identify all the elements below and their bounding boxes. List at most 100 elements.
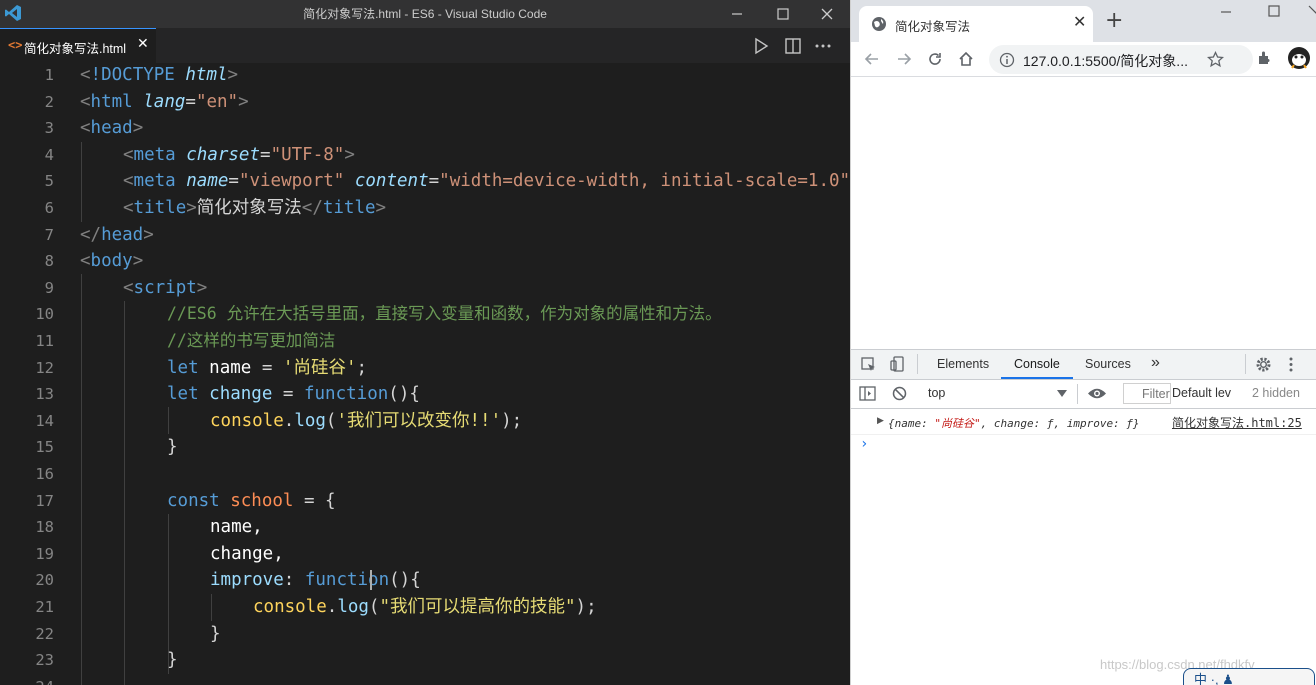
console-log-row[interactable]: ▶ {name: "尚硅谷", change: ƒ, improve: ƒ} 简… (851, 409, 1316, 435)
split-editor-icon[interactable] (783, 36, 803, 56)
eye-icon[interactable] (1087, 387, 1107, 400)
close-icon (821, 8, 833, 20)
line-number: 22 (35, 624, 54, 643)
log-levels-dropdown[interactable]: Default lev (1172, 386, 1231, 400)
line-number: 9 (44, 278, 54, 297)
code-line: <title>简化对象写法</title> (123, 198, 387, 218)
home-icon[interactable] (957, 50, 975, 68)
line-number: 5 (44, 172, 54, 191)
code-line: <script> (123, 277, 208, 298)
more-actions-icon[interactable] (813, 36, 833, 56)
code-comment: //ES6 允许在大括号里面，直接写入变量和函数，作为对象的属性和方法。 (167, 304, 722, 324)
line-number: 2 (44, 92, 54, 111)
back-icon[interactable] (863, 50, 881, 68)
vscode-window: 简化对象写法.html - ES6 - Visual Studio Code <… (0, 0, 850, 685)
code-line: <html lang="en"> (80, 91, 249, 112)
line-number: 6 (44, 199, 54, 217)
tab-console[interactable]: Console (1014, 357, 1060, 371)
code-line: let name = '尚硅谷'; (167, 357, 368, 378)
close-icon[interactable] (1307, 4, 1316, 18)
expand-triangle-icon[interactable]: ▶ (877, 416, 884, 426)
maximize-button[interactable] (760, 0, 806, 28)
editor-tab-label: 简化对象写法.html (24, 42, 127, 56)
indent-guide (211, 594, 212, 621)
extensions-icon[interactable] (1256, 49, 1274, 67)
new-tab-button[interactable]: + (1105, 10, 1123, 32)
devtools-tabbar: Elements Console Sources » (851, 350, 1316, 380)
line-number: 4 (44, 145, 54, 164)
settings-gear-icon[interactable] (1255, 356, 1272, 373)
maximize-icon[interactable] (1267, 4, 1281, 18)
code-line: <!DOCTYPE html> (80, 65, 239, 85)
minimize-icon[interactable] (1219, 4, 1233, 18)
more-tabs-button[interactable]: » (1151, 354, 1160, 372)
hidden-count: 2 hidden (1252, 386, 1300, 400)
profile-avatar-icon[interactable] (1287, 46, 1311, 70)
code-line: const school = { (167, 490, 336, 511)
line-number: 23 (35, 651, 54, 670)
ime-toolbar[interactable]: 中 ·, ♟ (1183, 668, 1315, 685)
line-number: 13 (35, 385, 54, 404)
code-line: } (167, 437, 178, 458)
tab-sources[interactable]: Sources (1085, 357, 1131, 371)
devtools-panel: Elements Console Sources » top Filter De… (851, 349, 1316, 685)
sidebar-toggle-icon[interactable] (859, 386, 876, 401)
active-tab-indicator (1001, 377, 1073, 379)
reload-icon[interactable] (926, 50, 944, 68)
close-window-button[interactable] (804, 0, 850, 28)
tab-close-icon[interactable]: ✕ (1073, 12, 1086, 31)
device-toolbar-icon[interactable] (889, 355, 907, 373)
toolbar-divider (1077, 384, 1078, 404)
context-selector[interactable]: top (928, 386, 945, 400)
code-line: } (167, 650, 178, 671)
browser-toolbar: 127.0.0.1:5500/简化对象... (851, 42, 1316, 77)
indent-guide (168, 407, 169, 434)
star-icon[interactable] (1207, 51, 1224, 68)
code-line: console.log("我们可以提高你的技能"); (253, 597, 597, 617)
code-line: let change = function(){ (167, 384, 420, 405)
url-text: 127.0.0.1:5500/简化对象... (1023, 53, 1188, 69)
line-number: 10 (35, 305, 54, 324)
line-number: 19 (35, 544, 54, 563)
indent-guide (81, 274, 82, 685)
info-icon[interactable] (999, 52, 1015, 68)
indent-guide (124, 301, 125, 685)
indent-guide (81, 142, 82, 222)
browser-tab[interactable]: 简化对象写法 ✕ (859, 6, 1093, 42)
console-prompt[interactable]: › (860, 436, 868, 452)
minimize-icon (732, 13, 742, 15)
globe-icon (872, 17, 886, 31)
inspect-element-icon[interactable] (860, 356, 877, 373)
kebab-menu-icon[interactable] (1288, 356, 1294, 373)
toolbar-divider (917, 354, 918, 374)
code-line: </head> (80, 224, 154, 245)
code-line: change, (210, 543, 284, 564)
dropdown-arrow-icon[interactable] (1057, 390, 1067, 397)
tab-close-icon[interactable]: ✕ (137, 36, 149, 52)
line-number: 21 (35, 598, 54, 616)
browser-tabstrip: 简化对象写法 ✕ + (851, 0, 1316, 42)
tab-elements[interactable]: Elements (937, 357, 989, 371)
code-line: console.log('我们可以改变你!!'); (210, 410, 523, 431)
line-number: 11 (35, 332, 54, 350)
filter-input[interactable]: Filter (1123, 383, 1171, 404)
code-line: improve: function(){ (210, 570, 421, 591)
address-bar[interactable]: 127.0.0.1:5500/简化对象... (989, 45, 1253, 74)
code-line: <meta charset="UTF-8"> (123, 144, 355, 165)
console-toolbar: top Filter Default lev 2 hidden (851, 380, 1316, 409)
chrome-window: 简化对象写法 ✕ + 127.0.0.1:5500/简化对象... Elemen… (850, 0, 1316, 685)
source-link[interactable]: 简化对象写法.html:25 (1172, 414, 1302, 431)
maximize-icon (777, 8, 789, 20)
line-number: 8 (44, 252, 54, 271)
code-line: <head> (80, 118, 144, 139)
forward-icon[interactable] (895, 50, 913, 68)
editor-tab[interactable]: <> 简化对象写法.html ✕ (0, 28, 156, 63)
line-number: 16 (35, 465, 54, 483)
line-number: 18 (35, 518, 54, 537)
clear-console-icon[interactable] (892, 386, 907, 401)
browser-tab-title: 简化对象写法 (895, 20, 971, 34)
code-line: name, (210, 517, 263, 538)
minimize-button[interactable] (714, 0, 760, 28)
line-number: 17 (35, 491, 54, 510)
run-icon[interactable] (751, 36, 771, 56)
